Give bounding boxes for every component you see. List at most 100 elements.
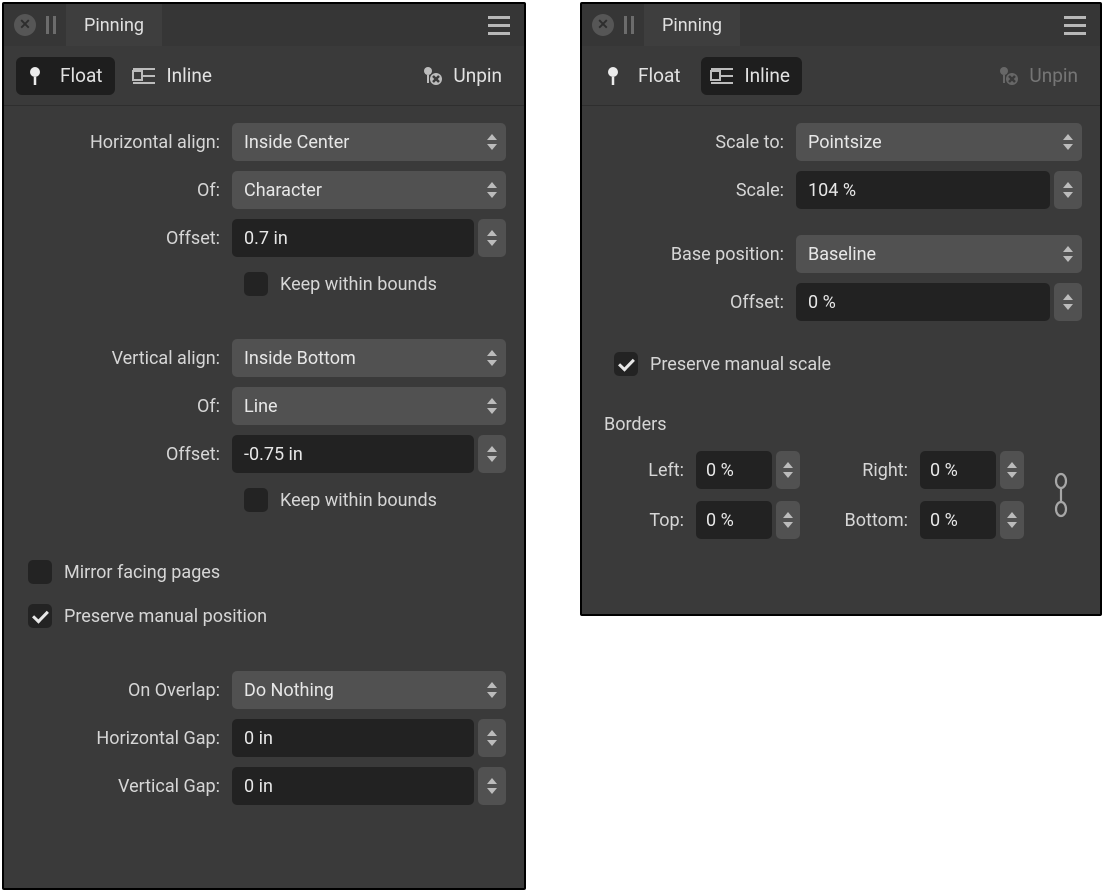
- menu-icon[interactable]: [1050, 4, 1100, 46]
- unpin-icon: [421, 65, 445, 87]
- unpin-button[interactable]: Unpin: [411, 58, 512, 93]
- hoffset-stepper[interactable]: 0.7 in: [232, 219, 506, 257]
- vof-select[interactable]: Line: [232, 387, 506, 425]
- scaleto-select[interactable]: Pointsize: [796, 123, 1082, 161]
- dock-icon[interactable]: [46, 16, 56, 34]
- select-arrows-icon: [1054, 123, 1082, 161]
- panel-body: Horizontal align: Inside Center Of: Char…: [4, 106, 524, 816]
- tab-pinning[interactable]: Pinning: [644, 4, 740, 46]
- pinning-panel-inline: ✕ Pinning Float Inline: [580, 2, 1102, 616]
- border-bottom-label: Bottom:: [818, 510, 918, 531]
- border-right-stepper[interactable]: 0 %: [920, 451, 1040, 489]
- stepper-buttons[interactable]: [776, 451, 800, 489]
- overlap-label: On Overlap:: [22, 680, 232, 701]
- preservescale-checkbox[interactable]: [614, 352, 638, 376]
- stepper-buttons[interactable]: [478, 767, 506, 805]
- stepper-buttons[interactable]: [1054, 171, 1082, 209]
- unpin-button: Unpin: [987, 58, 1088, 93]
- pin-icon: [602, 63, 628, 89]
- mode-float-button[interactable]: Float: [594, 57, 693, 95]
- select-arrows-icon: [478, 171, 506, 209]
- voffset-stepper[interactable]: -0.75 in: [232, 435, 506, 473]
- vgap-label: Vertical Gap:: [22, 776, 232, 797]
- mode-inline-label: Inline: [167, 64, 212, 87]
- window-controls: ✕: [4, 4, 66, 46]
- mode-row: Float Inline Unpin: [582, 46, 1100, 106]
- menu-icon[interactable]: [474, 4, 524, 46]
- panel-body: Scale to: Pointsize Scale: 104 % Base po…: [582, 106, 1100, 549]
- mode-row: Float Inline Unpin: [4, 46, 524, 106]
- tab-pinning[interactable]: Pinning: [66, 4, 162, 46]
- hkeep-checkbox[interactable]: [244, 272, 268, 296]
- mirror-checkbox[interactable]: [28, 560, 52, 584]
- roffset-stepper[interactable]: 0 %: [796, 283, 1082, 321]
- vgap-input[interactable]: 0 in: [232, 767, 474, 805]
- overlap-select[interactable]: Do Nothing: [232, 671, 506, 709]
- stepper-buttons[interactable]: [1054, 283, 1082, 321]
- titlebar: ✕ Pinning: [582, 4, 1100, 46]
- link-borders-icon[interactable]: [1048, 470, 1074, 520]
- voffset-label: Offset:: [22, 444, 232, 465]
- close-icon[interactable]: ✕: [14, 14, 36, 36]
- mode-inline-label: Inline: [745, 64, 790, 87]
- preservescale-label: Preserve manual scale: [650, 354, 831, 375]
- border-top-label: Top:: [604, 510, 694, 531]
- hgap-stepper[interactable]: 0 in: [232, 719, 506, 757]
- scale-stepper[interactable]: 104 %: [796, 171, 1082, 209]
- vgap-stepper[interactable]: 0 in: [232, 767, 506, 805]
- border-right-label: Right:: [818, 460, 918, 481]
- mode-float-label: Float: [60, 64, 103, 87]
- halign-label: Horizontal align:: [22, 132, 232, 153]
- mode-float-label: Float: [638, 64, 681, 87]
- preservepos-label: Preserve manual position: [64, 606, 267, 627]
- stepper-buttons[interactable]: [776, 501, 800, 539]
- unpin-label: Unpin: [1029, 64, 1078, 87]
- basepos-label: Base position:: [600, 244, 796, 265]
- roffset-label: Offset:: [600, 292, 796, 313]
- scale-label: Scale:: [600, 180, 796, 201]
- stepper-buttons[interactable]: [478, 719, 506, 757]
- inline-icon: [709, 63, 735, 89]
- titlebar: ✕ Pinning: [4, 4, 524, 46]
- pin-icon: [24, 63, 50, 89]
- select-arrows-icon: [478, 387, 506, 425]
- select-arrows-icon: [1054, 235, 1082, 273]
- hof-select[interactable]: Character: [232, 171, 506, 209]
- roffset-input[interactable]: 0 %: [796, 283, 1050, 321]
- select-arrows-icon: [478, 123, 506, 161]
- select-arrows-icon: [478, 339, 506, 377]
- border-left-stepper[interactable]: 0 %: [696, 451, 816, 489]
- stepper-buttons[interactable]: [478, 219, 506, 257]
- hkeep-label: Keep within bounds: [280, 274, 437, 295]
- hoffset-input[interactable]: 0.7 in: [232, 219, 474, 257]
- hoffset-label: Offset:: [22, 228, 232, 249]
- stepper-buttons[interactable]: [478, 435, 506, 473]
- scale-input[interactable]: 104 %: [796, 171, 1050, 209]
- basepos-select[interactable]: Baseline: [796, 235, 1082, 273]
- mirror-label: Mirror facing pages: [64, 562, 220, 583]
- voffset-input[interactable]: -0.75 in: [232, 435, 474, 473]
- dock-icon[interactable]: [624, 16, 634, 34]
- vkeep-checkbox[interactable]: [244, 488, 268, 512]
- select-arrows-icon: [478, 671, 506, 709]
- valign-label: Vertical align:: [22, 348, 232, 369]
- halign-select[interactable]: Inside Center: [232, 123, 506, 161]
- border-left-label: Left:: [604, 460, 694, 481]
- window-controls: ✕: [582, 4, 644, 46]
- mode-float-button[interactable]: Float: [16, 57, 115, 95]
- stepper-buttons[interactable]: [1000, 451, 1024, 489]
- borders-group: Left: 0 % Right: 0 % Top: 0 % Bottom: 0: [600, 451, 1082, 539]
- stepper-buttons[interactable]: [1000, 501, 1024, 539]
- border-top-stepper[interactable]: 0 %: [696, 501, 816, 539]
- border-bottom-stepper[interactable]: 0 %: [920, 501, 1040, 539]
- vof-label: Of:: [22, 396, 232, 417]
- valign-select[interactable]: Inside Bottom: [232, 339, 506, 377]
- preservepos-checkbox[interactable]: [28, 604, 52, 628]
- inline-icon: [131, 63, 157, 89]
- mode-inline-button[interactable]: Inline: [123, 57, 224, 95]
- unpin-label: Unpin: [453, 64, 502, 87]
- close-icon[interactable]: ✕: [592, 14, 614, 36]
- vkeep-label: Keep within bounds: [280, 490, 437, 511]
- mode-inline-button[interactable]: Inline: [701, 57, 802, 95]
- hgap-input[interactable]: 0 in: [232, 719, 474, 757]
